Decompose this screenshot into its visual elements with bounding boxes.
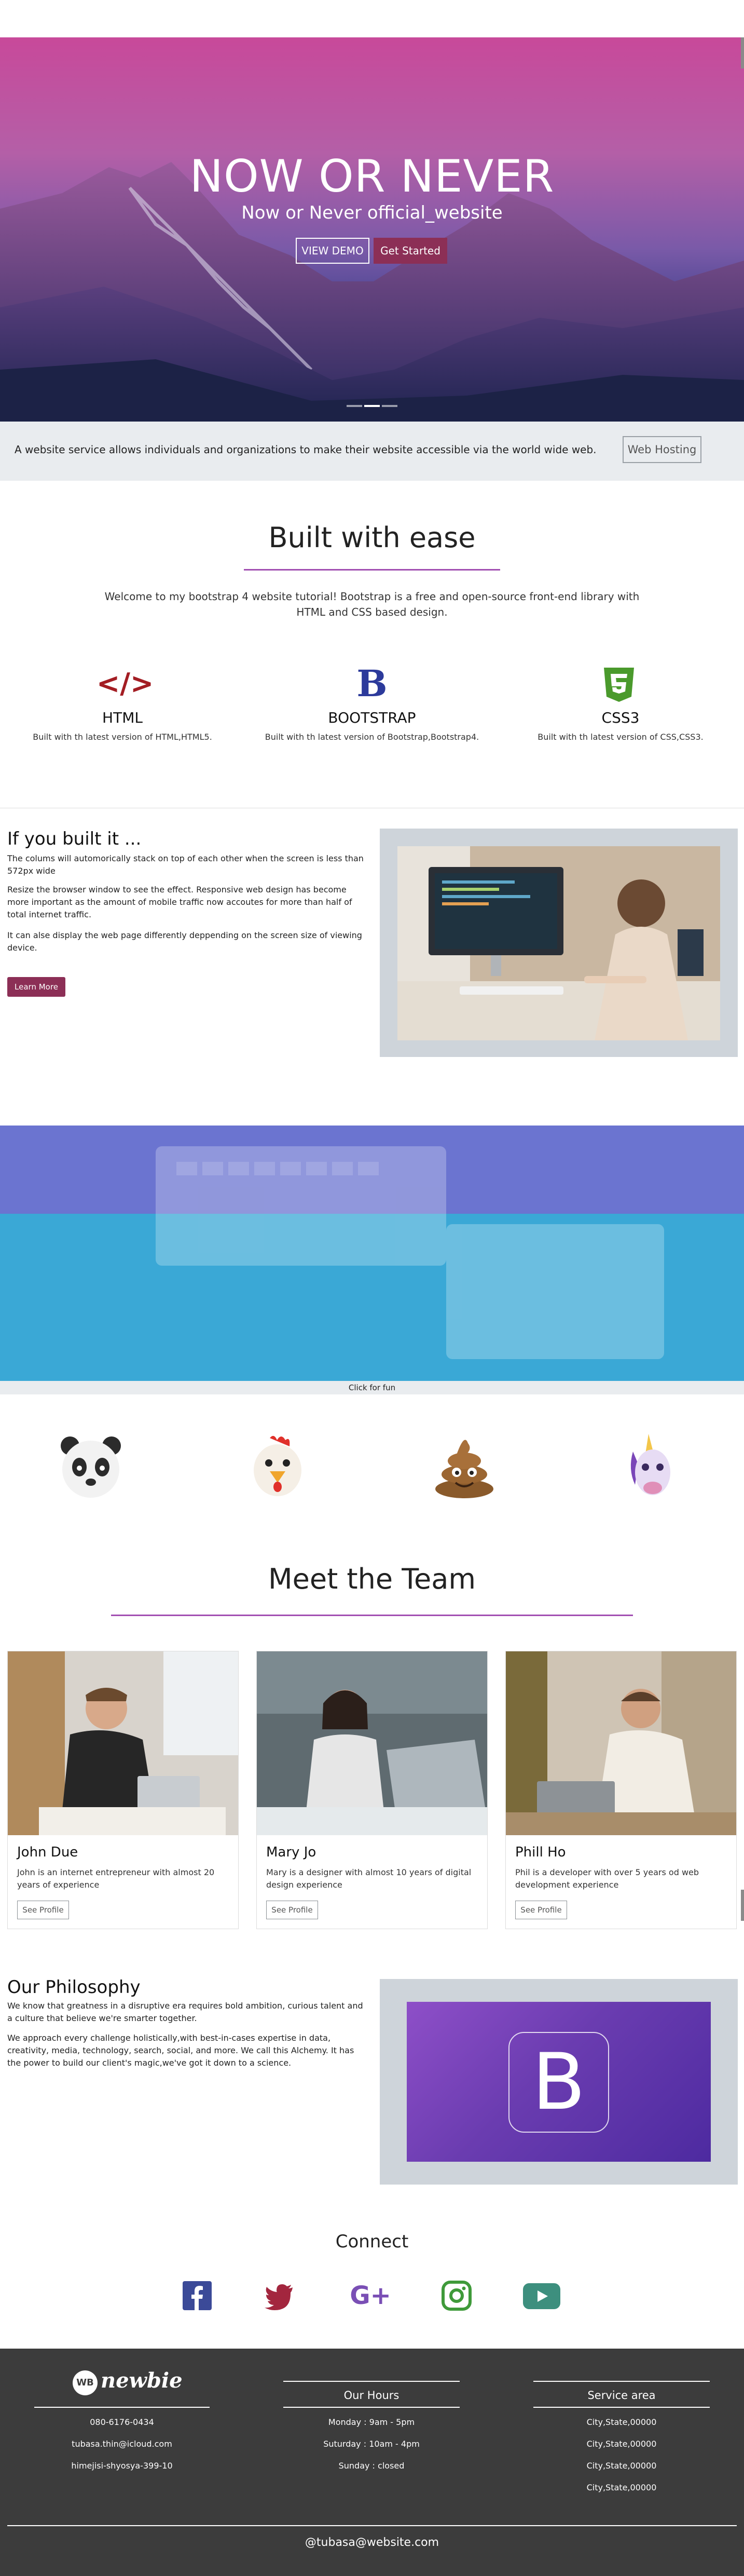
- css3-icon: [604, 668, 634, 702]
- mountain-background-image: [0, 162, 744, 422]
- parallax-laptop-image: [0, 1126, 744, 1381]
- philosophy-title: Our Philosophy: [7, 1977, 141, 1998]
- service-area-item: City,State,00000: [586, 2439, 657, 2449]
- copyright-text[interactable]: @tubasa@website.com: [0, 2536, 744, 2549]
- feature-title-html: HTML: [102, 709, 143, 726]
- team-card-john: John Due John is an internet entrepreneu…: [7, 1651, 239, 1929]
- member-bio: Phil is a developer with over 5 years od…: [515, 1867, 699, 1890]
- footer-rule: [533, 2381, 710, 2382]
- member-name: Mary Jo: [266, 1845, 316, 1860]
- service-area-title: Service area: [587, 2389, 656, 2402]
- chicken-emoji[interactable]: [244, 1433, 311, 1500]
- banner-text: A website service allows individuals and…: [15, 443, 597, 456]
- hours-monday: Monday : 9am - 5pm: [328, 2417, 415, 2427]
- hero-carousel[interactable]: NOW OR NEVER Now or Never official_websi…: [0, 37, 744, 422]
- see-profile-button[interactable]: See Profile: [266, 1901, 318, 1919]
- footer-bottom-rule: [7, 2525, 737, 2526]
- hours-sunday: Sunday : closed: [338, 2461, 405, 2471]
- team-card-phill: Phill Ho Phil is a developer with over 5…: [505, 1651, 737, 1929]
- title-underline: [244, 569, 500, 571]
- hero-subtitle: Now or Never official_website: [241, 202, 503, 223]
- hours-title: Our Hours: [343, 2389, 399, 2402]
- feature-title-bootstrap: BOOTSTRAP: [328, 709, 416, 726]
- built-section-title: If you built it ...: [7, 829, 142, 849]
- title-underline: [111, 1615, 633, 1616]
- get-started-button[interactable]: Get Started: [374, 238, 447, 264]
- connect-title: Connect: [335, 2231, 409, 2252]
- bootstrap-icon: B: [356, 662, 388, 705]
- built-paragraph-2: Resize the browser window to see the eff…: [7, 885, 352, 919]
- unicorn-emoji[interactable]: [617, 1433, 685, 1500]
- feature-title-css3: CSS3: [601, 709, 640, 726]
- team-section-title: Meet the Team: [268, 1563, 476, 1595]
- footer-rule: [283, 2407, 460, 2408]
- google-plus-icon[interactable]: G+: [346, 2280, 395, 2311]
- poop-emoji[interactable]: [431, 1433, 498, 1500]
- mary-photo: [257, 1651, 487, 1835]
- facebook-icon[interactable]: [182, 2280, 213, 2311]
- footer-email[interactable]: tubasa.thin@icloud.com: [34, 2439, 210, 2449]
- see-profile-button[interactable]: See Profile: [17, 1901, 69, 1919]
- built-paragraph-1: The colums will automorically stack on t…: [7, 853, 364, 876]
- member-bio: Mary is a designer with almost 10 years …: [266, 1867, 472, 1890]
- service-area-item: City,State,00000: [586, 2461, 657, 2471]
- view-demo-button[interactable]: VIEW DEMO: [296, 238, 369, 264]
- youtube-icon[interactable]: [523, 2283, 560, 2309]
- member-bio: John is an internet entrepreneur with al…: [17, 1867, 215, 1890]
- instagram-icon[interactable]: [441, 2280, 472, 2311]
- hours-saturday: Suturday : 10am - 4pm: [323, 2439, 420, 2449]
- team-card-mary: Mary Jo Mary is a designer with almost 1…: [256, 1651, 488, 1929]
- carousel-indicator-1[interactable]: [347, 405, 362, 407]
- scrollbar-thumb[interactable]: [741, 37, 744, 69]
- bootstrap-logo-image: B: [407, 2002, 711, 2162]
- see-profile-button[interactable]: See Profile: [515, 1901, 567, 1919]
- built-paragraph-3: It can alse display the web page differe…: [7, 930, 362, 953]
- feature-text-css3: Built with th latest version of CSS,CSS3…: [538, 732, 704, 742]
- feature-text-html: Built with th latest version of HTML,HTM…: [33, 732, 212, 742]
- click-for-fun-label[interactable]: Click for fun: [0, 1381, 744, 1394]
- service-area-item: City,State,00000: [586, 2417, 657, 2427]
- ease-section-text: Welcome to my bootstrap 4 website tutori…: [104, 590, 640, 618]
- twitter-icon[interactable]: [264, 2280, 295, 2311]
- feature-text-bootstrap: Built with th latest version of Bootstra…: [265, 732, 479, 742]
- member-name: Phill Ho: [515, 1845, 566, 1860]
- learn-more-button[interactable]: Learn More: [7, 977, 65, 997]
- member-name: John Due: [17, 1845, 78, 1860]
- footer-rule: [533, 2407, 710, 2408]
- philosophy-paragraph-2: We approach every challenge holistically…: [7, 2033, 354, 2068]
- service-area-item: City,State,00000: [586, 2483, 657, 2492]
- logo-mark: WB: [73, 2370, 98, 2395]
- woman-at-computer-photo: [397, 846, 720, 1040]
- web-hosting-button[interactable]: Web Hosting: [623, 436, 701, 463]
- panda-emoji[interactable]: [57, 1433, 125, 1500]
- logo-text: newbie: [101, 2368, 183, 2393]
- hero-title: NOW OR NEVER: [189, 151, 555, 202]
- html5-code-icon: </>: [97, 667, 154, 700]
- phill-photo: [506, 1651, 736, 1835]
- bootstrap-b-icon: B: [532, 2037, 586, 2127]
- scrollbar-thumb[interactable]: [741, 1890, 744, 1921]
- john-photo: [8, 1651, 238, 1835]
- carousel-indicator-3[interactable]: [382, 405, 397, 407]
- footer-rule: [283, 2381, 460, 2382]
- ease-section-title: Built with ease: [268, 521, 476, 554]
- footer-rule: [34, 2407, 210, 2408]
- footer-phone: 080-6176-0434: [90, 2417, 154, 2427]
- philosophy-paragraph-1: We know that greatness in a disruptive e…: [7, 2001, 363, 2023]
- footer-address: himejisi-shyosya-399-10: [71, 2461, 173, 2471]
- carousel-indicator-2[interactable]: [364, 405, 380, 407]
